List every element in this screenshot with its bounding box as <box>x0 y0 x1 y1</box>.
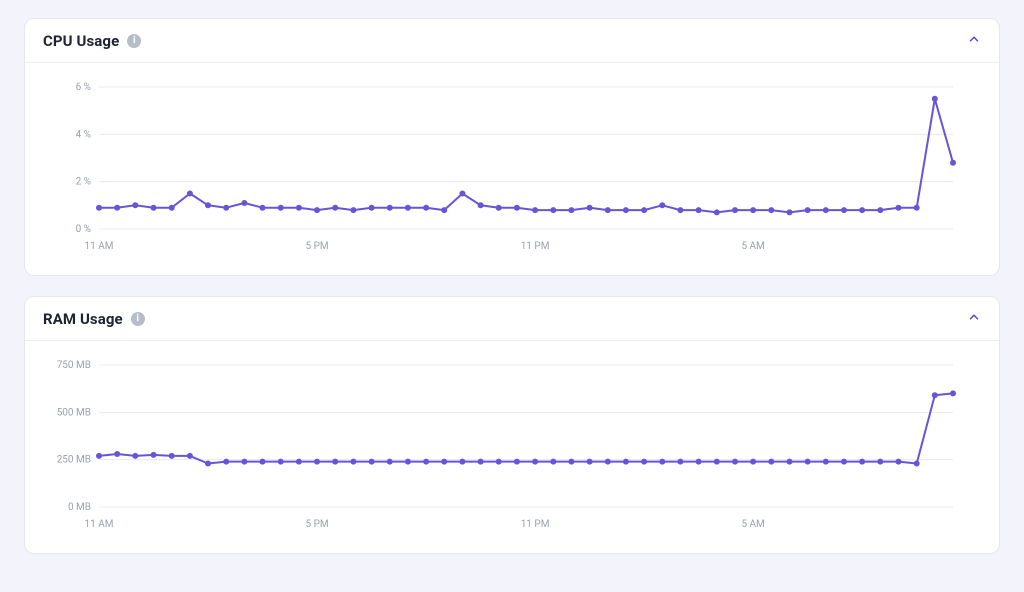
cpu-usage-card: CPU Usage i 0 % 2 % 4 % 6 % 11 AM 5 PM 11 PM 5 … <box>24 18 1000 276</box>
ram-usage-card: RAM Usage i 0 MB 250 MB 500 MB 750 MB 11 AM 5… <box>24 296 1000 554</box>
svg-text:2 %: 2 % <box>76 177 91 188</box>
svg-text:5 PM: 5 PM <box>305 241 328 252</box>
svg-text:0 %: 0 % <box>76 224 91 235</box>
svg-text:4 %: 4 % <box>76 129 91 140</box>
svg-text:5 PM: 5 PM <box>305 519 328 530</box>
svg-text:5 AM: 5 AM <box>741 519 764 530</box>
svg-text:5 AM: 5 AM <box>741 241 764 252</box>
info-icon[interactable]: i <box>131 312 145 326</box>
svg-text:11 PM: 11 PM <box>521 519 550 530</box>
svg-text:6 %: 6 % <box>76 82 91 93</box>
svg-text:0 MB: 0 MB <box>68 502 91 513</box>
ram-chart-svg: 0 MB 250 MB 500 MB 750 MB 11 AM 5 PM 11 PM 5 AM <box>43 355 963 535</box>
ram-chart: 0 MB 250 MB 500 MB 750 MB 11 AM 5 PM 11 PM 5 AM <box>25 341 999 553</box>
cpu-card-header[interactable]: CPU Usage i <box>25 19 999 63</box>
svg-text:11 PM: 11 PM <box>521 241 550 252</box>
ram-card-title: RAM Usage <box>43 310 123 328</box>
cpu-chart-svg: 0 % 2 % 4 % 6 % 11 AM 5 PM 11 PM 5 AM <box>43 77 963 257</box>
svg-text:500 MB: 500 MB <box>57 407 91 418</box>
chevron-up-icon[interactable] <box>967 31 981 50</box>
cpu-chart: 0 % 2 % 4 % 6 % 11 AM 5 PM 11 PM 5 AM <box>25 63 999 275</box>
chevron-up-icon[interactable] <box>967 309 981 328</box>
cpu-card-title: CPU Usage <box>43 32 119 50</box>
svg-text:750 MB: 750 MB <box>57 360 91 371</box>
svg-text:250 MB: 250 MB <box>57 455 91 466</box>
ram-card-header[interactable]: RAM Usage i <box>25 297 999 341</box>
info-icon[interactable]: i <box>127 34 141 48</box>
svg-text:11 AM: 11 AM <box>85 519 114 530</box>
svg-text:11 AM: 11 AM <box>85 241 114 252</box>
